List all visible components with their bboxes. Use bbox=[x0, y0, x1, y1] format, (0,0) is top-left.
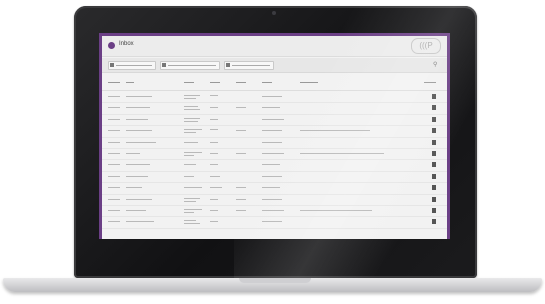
column-header[interactable] bbox=[210, 82, 220, 83]
edit-icon[interactable] bbox=[432, 219, 436, 225]
edit-icon[interactable] bbox=[432, 150, 436, 156]
table-row[interactable] bbox=[102, 149, 447, 161]
edit-icon[interactable] bbox=[432, 94, 436, 99]
edit-icon[interactable] bbox=[432, 173, 436, 179]
trackpad-notch bbox=[239, 278, 311, 283]
column-header[interactable] bbox=[184, 82, 194, 83]
table-row[interactable] bbox=[102, 206, 447, 218]
table-row[interactable] bbox=[102, 115, 447, 127]
title-bar: Inbox (((P bbox=[102, 36, 447, 57]
camera-icon bbox=[272, 11, 276, 15]
app-logo-icon bbox=[108, 42, 115, 49]
edit-icon[interactable] bbox=[432, 105, 436, 111]
column-header[interactable] bbox=[424, 82, 436, 83]
edit-icon[interactable] bbox=[432, 207, 436, 213]
edit-icon[interactable] bbox=[432, 139, 436, 145]
column-header[interactable] bbox=[300, 82, 318, 83]
laptop-frame: Inbox (((P ⚲ bbox=[0, 0, 545, 304]
column-header[interactable] bbox=[126, 82, 134, 83]
edit-icon[interactable] bbox=[432, 162, 436, 168]
app-window: Inbox (((P ⚲ bbox=[102, 36, 447, 239]
column-header[interactable] bbox=[108, 82, 120, 83]
table-row[interactable] bbox=[102, 92, 447, 104]
toolbar-button-2[interactable] bbox=[160, 61, 220, 70]
brand-logo: (((P bbox=[411, 38, 441, 54]
table-row[interactable] bbox=[102, 217, 447, 229]
toolbar-button-icon bbox=[226, 63, 230, 67]
table-row[interactable] bbox=[102, 183, 447, 195]
edit-icon[interactable] bbox=[432, 196, 436, 202]
table-row[interactable] bbox=[102, 172, 447, 184]
table-row[interactable] bbox=[102, 103, 447, 115]
toolbar: ⚲ bbox=[102, 58, 447, 73]
toolbar-button-icon bbox=[110, 63, 114, 67]
message-list bbox=[102, 92, 447, 229]
edit-icon[interactable] bbox=[432, 128, 436, 134]
screen: Inbox (((P ⚲ bbox=[99, 33, 450, 239]
toolbar-button-icon bbox=[162, 63, 166, 67]
search-icon[interactable]: ⚲ bbox=[433, 61, 441, 69]
column-header[interactable] bbox=[236, 82, 246, 83]
table-row[interactable] bbox=[102, 138, 447, 149]
table-header bbox=[102, 76, 447, 91]
app-title: Inbox bbox=[119, 41, 134, 47]
edit-icon[interactable] bbox=[432, 116, 436, 122]
table-row[interactable] bbox=[102, 195, 447, 206]
edit-icon[interactable] bbox=[432, 185, 436, 191]
table-row[interactable] bbox=[102, 160, 447, 172]
column-header[interactable] bbox=[262, 82, 272, 83]
toolbar-button-1[interactable] bbox=[108, 61, 156, 70]
toolbar-button-3[interactable] bbox=[224, 61, 274, 70]
laptop-base bbox=[3, 278, 542, 292]
table-row[interactable] bbox=[102, 126, 447, 138]
